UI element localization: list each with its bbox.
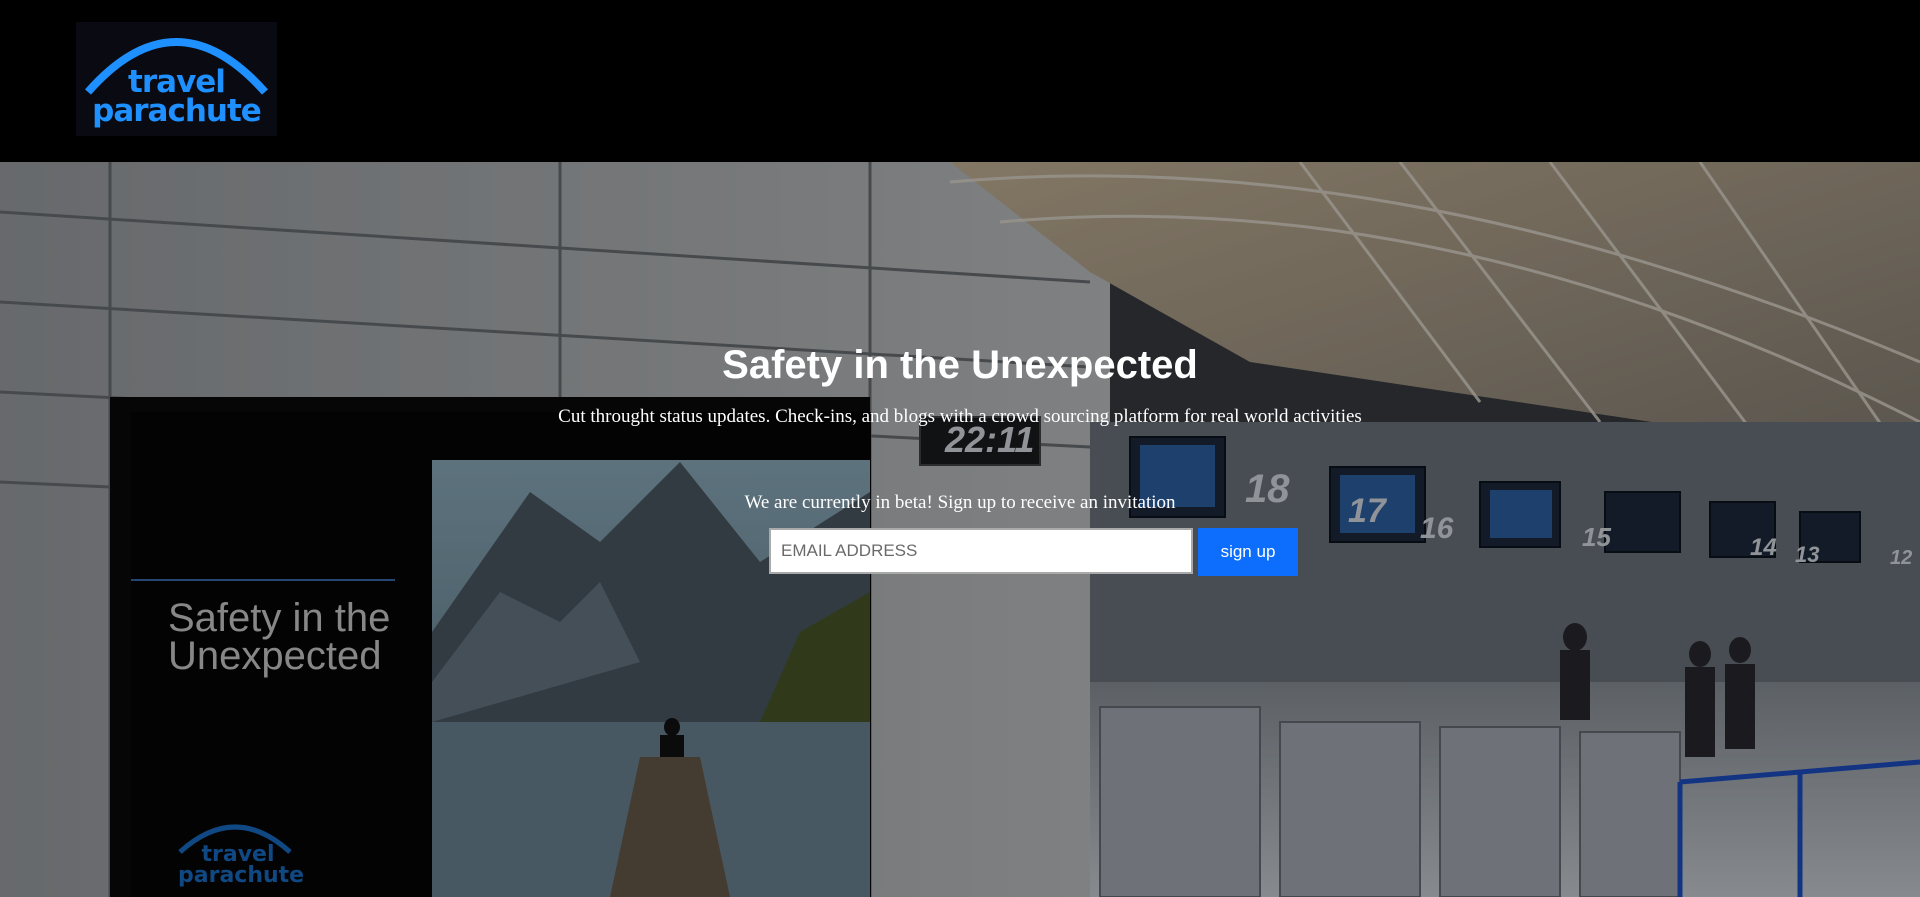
logo-wordmark: travel parachute <box>76 67 277 129</box>
signup-button[interactable]: sign up <box>1198 528 1298 576</box>
logo-word-parachute: parachute <box>92 93 262 129</box>
travel-parachute-logo[interactable]: travel parachute <box>76 22 277 136</box>
hero-headline: Safety in the Unexpected <box>722 343 1198 387</box>
beta-notice: We are currently in beta! Sign up to rec… <box>744 492 1176 513</box>
hero-content: Safety in the Unexpected Cut throught st… <box>0 162 1920 897</box>
top-bar: travel parachute <box>0 0 1920 162</box>
email-input[interactable] <box>769 528 1193 574</box>
hero-section: Safety in the Unexpected travel parachut… <box>0 162 1920 897</box>
hero-subheadline: Cut throught status updates. Check-ins, … <box>558 406 1362 427</box>
signup-form: sign up <box>769 528 1298 576</box>
